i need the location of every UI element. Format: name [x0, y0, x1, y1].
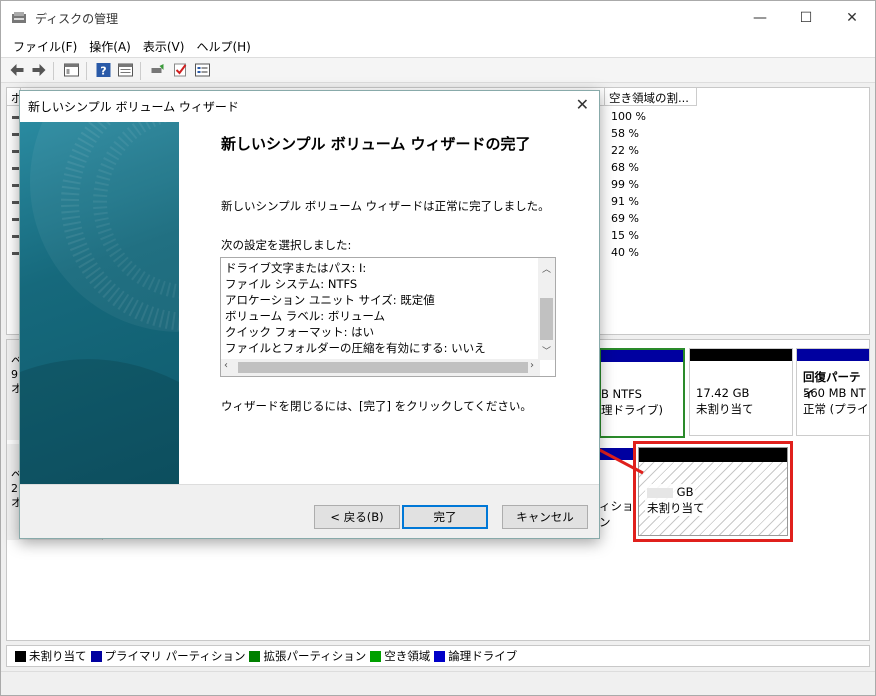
- legend-free: 空き領域: [384, 649, 431, 663]
- back-button[interactable]: < 戻る(B): [314, 505, 400, 529]
- wizard-close-button[interactable]: ✕: [576, 95, 589, 114]
- scrollbar-thumb[interactable]: [238, 362, 528, 373]
- setting-line: ボリューム ラベル: ボリューム: [225, 309, 385, 323]
- legend-unallocated: 未割り当て: [29, 649, 87, 663]
- wizard-hint: ウィザードを閉じるには、[完了] をクリックしてください。: [221, 399, 532, 413]
- partition-bar: [639, 448, 787, 462]
- scrollbar-thumb[interactable]: [540, 298, 553, 340]
- menu-help[interactable]: ヘルプ(H): [190, 35, 256, 57]
- volume-free-percent: 40 %: [611, 246, 639, 259]
- menu-view[interactable]: 表示(V): [137, 35, 191, 57]
- column-header-free-percent[interactable]: 空き領域の割...: [605, 88, 697, 106]
- setting-line: ファイルとフォルダーの圧縮を有効にする: いいえ: [225, 341, 486, 355]
- toolbar-separator: [86, 62, 87, 80]
- setting-line: アロケーション ユニット サイズ: 既定値: [225, 293, 435, 307]
- maximize-button[interactable]: ☐: [783, 1, 829, 35]
- close-button[interactable]: ✕: [829, 1, 875, 35]
- wizard-heading: 新しいシンプル ボリューム ウィザードの完了: [221, 135, 531, 153]
- new-unallocated-partition[interactable]: GB 未割り当て: [638, 447, 788, 536]
- partition-status: 未割り当て: [696, 402, 754, 416]
- legend-swatch-logical: [434, 650, 446, 662]
- scroll-down-icon[interactable]: ﹀: [542, 344, 551, 357]
- new-simple-volume-wizard: 新しいシンプル ボリューム ウィザード ✕ 新しいシンプル ボリューム ウィザー…: [19, 90, 600, 539]
- setting-line: ファイル システム: NTFS: [225, 277, 358, 291]
- toolbar-separator: [53, 62, 54, 80]
- toolbar-separator: [140, 62, 141, 80]
- window-title: ディスクの管理: [35, 12, 119, 26]
- console-tree-icon[interactable]: [63, 62, 80, 78]
- legend-swatch-unallocated: [15, 650, 26, 662]
- wizard-message: 新しいシンプル ボリューム ウィザードは正常に完了しました。: [221, 199, 550, 213]
- partition-type: ィション: [599, 499, 634, 529]
- legend: 未割り当て プライマリ パーティション 拡張パーティション 空き領域 論理ドライ…: [6, 645, 870, 667]
- banner-pattern: [20, 122, 179, 484]
- status-bar: [1, 671, 875, 695]
- scroll-left-icon[interactable]: ‹: [224, 360, 228, 371]
- disk-management-app-icon: [12, 12, 26, 23]
- volume-free-percent: 15 %: [611, 229, 639, 242]
- title-bar: ディスクの管理 — ☐ ✕: [1, 1, 875, 35]
- setting-line: クイック フォーマット: はい: [225, 325, 375, 339]
- blurred-redaction: [647, 487, 673, 498]
- legend-swatch-primary: [90, 650, 102, 662]
- toolbar: ?: [1, 57, 875, 83]
- partition-status: 正常 (プライ: [803, 402, 869, 416]
- wizard-footer: < 戻る(B) 完了 キャンセル: [20, 484, 599, 538]
- svg-text:?: ?: [100, 65, 106, 78]
- settings-label: 次の設定を選択しました:: [221, 238, 352, 252]
- partition-bar: [601, 350, 683, 362]
- partition-status: 未割り当て: [645, 500, 707, 516]
- wizard-side-banner: [20, 122, 179, 484]
- partition-size-wrap: GB: [645, 484, 696, 500]
- partition-size: 17.42 GB: [696, 386, 750, 400]
- back-arrow-icon[interactable]: [9, 62, 26, 78]
- help-icon[interactable]: ?: [95, 62, 112, 78]
- recovery-partition[interactable]: 回復パーティ 560 MB NT 正常 (プライ: [796, 348, 870, 436]
- volume-free-percent: 22 %: [611, 144, 639, 157]
- checklist-icon[interactable]: [172, 62, 189, 78]
- disk-management-window: ディスクの管理 — ☐ ✕ ファイル(F) 操作(A) 表示(V) ヘルプ(H)…: [0, 0, 876, 696]
- horizontal-scrollbar[interactable]: ‹ ›: [221, 359, 540, 376]
- cancel-button[interactable]: キャンセル: [502, 505, 588, 529]
- volume-free-percent: 68 %: [611, 161, 639, 174]
- menu-file[interactable]: ファイル(F): [7, 35, 83, 57]
- legend-extended: 拡張パーティション: [263, 649, 367, 663]
- wizard-title: 新しいシンプル ボリューム ウィザード: [28, 100, 239, 114]
- legend-primary: プライマリ パーティション: [104, 649, 246, 663]
- volume-free-percent: 58 %: [611, 127, 639, 140]
- menu-action[interactable]: 操作(A): [83, 35, 137, 57]
- connect-disk-icon[interactable]: [149, 62, 166, 78]
- minimize-button[interactable]: —: [737, 1, 783, 35]
- legend-swatch-free: [370, 650, 382, 662]
- partition-bar: [797, 349, 869, 361]
- legend-logical: 論理ドライブ: [448, 649, 518, 663]
- forward-arrow-icon[interactable]: [30, 62, 47, 78]
- volume-free-percent: 69 %: [611, 212, 639, 225]
- setting-line: ドライブ文字またはパス: I:: [225, 261, 367, 275]
- scroll-up-icon[interactable]: ︿: [542, 262, 551, 275]
- partition-size: 560 MB NT: [803, 386, 866, 400]
- partition-fs: B NTFS: [601, 387, 642, 401]
- vertical-scrollbar[interactable]: ︿ ﹀: [538, 258, 555, 360]
- volume-free-percent: 100 %: [611, 110, 646, 123]
- properties-icon[interactable]: [117, 62, 134, 78]
- legend-swatch-extended: [249, 650, 261, 662]
- volume-free-percent: 99 %: [611, 178, 639, 191]
- settings-list-icon[interactable]: [194, 62, 211, 78]
- finish-button[interactable]: 完了: [402, 505, 488, 529]
- unallocated-partition[interactable]: 17.42 GB 未割り当て: [689, 348, 793, 436]
- menu-bar: ファイル(F) 操作(A) 表示(V) ヘルプ(H): [1, 35, 875, 57]
- settings-summary-box[interactable]: ドライブ文字またはパス: I: ファイル システム: NTFS アロケーション …: [220, 257, 556, 377]
- partition-bar: [690, 349, 792, 361]
- volume-free-percent: 91 %: [611, 195, 639, 208]
- partition-size: GB: [676, 485, 694, 499]
- scroll-right-icon[interactable]: ›: [530, 360, 534, 371]
